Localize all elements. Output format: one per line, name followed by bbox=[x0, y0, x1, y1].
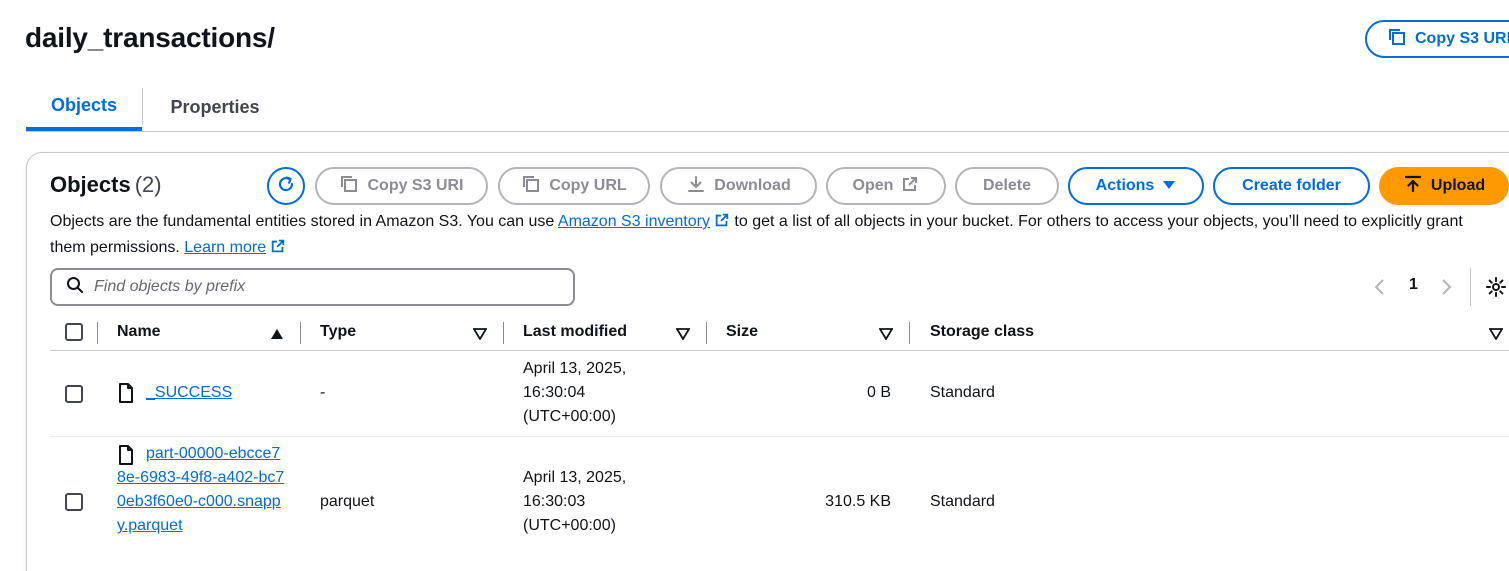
objects-heading-label: Objects bbox=[50, 172, 131, 197]
select-all-checkbox[interactable] bbox=[65, 323, 83, 341]
copy-url-button[interactable]: Copy URL bbox=[498, 167, 650, 205]
object-name-link[interactable]: _SUCCESS bbox=[146, 384, 232, 401]
copy-icon bbox=[339, 174, 359, 199]
search-box bbox=[50, 268, 575, 306]
copy-url-label: Copy URL bbox=[549, 177, 627, 194]
search-input[interactable] bbox=[94, 278, 534, 296]
copy-s3-uri-label: Copy S3 URI bbox=[1415, 30, 1509, 47]
object-name[interactable]: part-00000-ebcce78e-6983-49f8-a402-bc70e… bbox=[117, 442, 285, 538]
copy-s3-uri-header-button[interactable]: Copy S3 URI bbox=[1365, 20, 1509, 58]
row-checkbox[interactable] bbox=[65, 493, 83, 511]
column-divider bbox=[503, 322, 504, 344]
object-size: 310.5 KB bbox=[825, 493, 891, 510]
tab-divider bbox=[142, 88, 143, 124]
copy-s3-uri-button[interactable]: Copy S3 URI bbox=[315, 167, 488, 205]
download-button[interactable]: Download bbox=[660, 167, 817, 205]
objects-heading: Objects (2) bbox=[50, 172, 162, 198]
sort-icon[interactable] bbox=[472, 327, 488, 345]
row-checkbox[interactable] bbox=[65, 385, 83, 403]
column-header-name[interactable]: Name bbox=[117, 314, 161, 350]
object-storage-class: Standard bbox=[930, 493, 995, 510]
upload-button[interactable]: Upload bbox=[1379, 167, 1509, 205]
object-last-modified: April 13, 2025, 16:30:03 (UTC+00:00) bbox=[523, 469, 627, 534]
object-storage-class: Standard bbox=[930, 384, 995, 401]
column-divider bbox=[909, 322, 910, 344]
page-title: daily_transactions/ bbox=[25, 22, 275, 53]
download-label: Download bbox=[714, 177, 791, 194]
create-folder-button[interactable]: Create folder bbox=[1213, 167, 1370, 205]
gear-icon[interactable] bbox=[1485, 276, 1507, 303]
open-label: Open bbox=[852, 177, 894, 194]
download-icon bbox=[686, 174, 706, 199]
tab-properties[interactable]: Properties bbox=[156, 84, 274, 131]
column-divider bbox=[97, 322, 98, 344]
object-type: parquet bbox=[320, 493, 375, 510]
s3-inventory-link[interactable]: Amazon S3 inventory bbox=[558, 213, 710, 230]
upload-icon bbox=[1403, 174, 1423, 199]
upload-label: Upload bbox=[1430, 177, 1486, 194]
tab-objects[interactable]: Objects bbox=[26, 84, 142, 131]
delete-label: Delete bbox=[982, 177, 1032, 194]
description-text-1: Objects are the fundamental entities sto… bbox=[50, 213, 555, 230]
refresh-icon bbox=[276, 174, 296, 199]
next-page-button[interactable] bbox=[1440, 277, 1454, 302]
sort-icon[interactable] bbox=[1488, 327, 1504, 345]
external-link-icon bbox=[714, 212, 730, 236]
objects-description: Objects are the fundamental entities sto… bbox=[50, 210, 1480, 262]
open-button[interactable]: Open bbox=[826, 167, 946, 205]
object-name-link[interactable]: part-00000-ebcce78e-6983-49f8-a402-bc70e… bbox=[117, 445, 284, 534]
caret-down-icon bbox=[1162, 177, 1176, 195]
sort-ascending-icon[interactable] bbox=[270, 327, 284, 345]
copy-icon bbox=[521, 174, 541, 199]
external-link-icon bbox=[901, 175, 919, 198]
external-link-icon bbox=[270, 238, 286, 262]
file-icon bbox=[118, 383, 134, 408]
column-divider bbox=[300, 322, 301, 344]
table-row[interactable]: _SUCCESS - April 13, 2025, 16:30:04 (UTC… bbox=[50, 351, 1509, 437]
previous-page-button[interactable] bbox=[1372, 277, 1386, 302]
column-header-size[interactable]: Size bbox=[726, 314, 758, 350]
refresh-button[interactable] bbox=[267, 167, 305, 205]
tab-bar: Objects Properties bbox=[26, 84, 1509, 132]
learn-more-link[interactable]: Learn more bbox=[184, 239, 266, 256]
page-number[interactable]: 1 bbox=[1409, 276, 1418, 294]
sort-icon[interactable] bbox=[878, 327, 894, 345]
copy-icon bbox=[1387, 27, 1407, 52]
search-icon bbox=[66, 276, 84, 299]
actions-dropdown[interactable]: Actions bbox=[1068, 167, 1204, 205]
object-name[interactable]: _SUCCESS bbox=[146, 381, 232, 405]
objects-count: (2) bbox=[134, 172, 162, 197]
copy-s3-uri-label: Copy S3 URI bbox=[367, 177, 464, 194]
column-header-storage-class[interactable]: Storage class bbox=[930, 314, 1034, 350]
column-divider bbox=[706, 322, 707, 344]
table-header: Name Type Last modified Size Storage cla… bbox=[50, 314, 1509, 351]
column-header-last-modified[interactable]: Last modified bbox=[523, 314, 627, 350]
delete-button[interactable]: Delete bbox=[955, 167, 1059, 205]
object-type: - bbox=[320, 384, 326, 401]
create-folder-label: Create folder bbox=[1242, 177, 1341, 194]
actions-label: Actions bbox=[1095, 177, 1155, 194]
sort-icon[interactable] bbox=[675, 327, 691, 345]
column-header-type[interactable]: Type bbox=[320, 314, 356, 350]
table-row[interactable]: part-00000-ebcce78e-6983-49f8-a402-bc70e… bbox=[50, 437, 1509, 571]
object-size: 0 B bbox=[866, 384, 891, 401]
pager-divider bbox=[1470, 268, 1471, 306]
object-last-modified: April 13, 2025, 16:30:04 (UTC+00:00) bbox=[523, 360, 627, 425]
